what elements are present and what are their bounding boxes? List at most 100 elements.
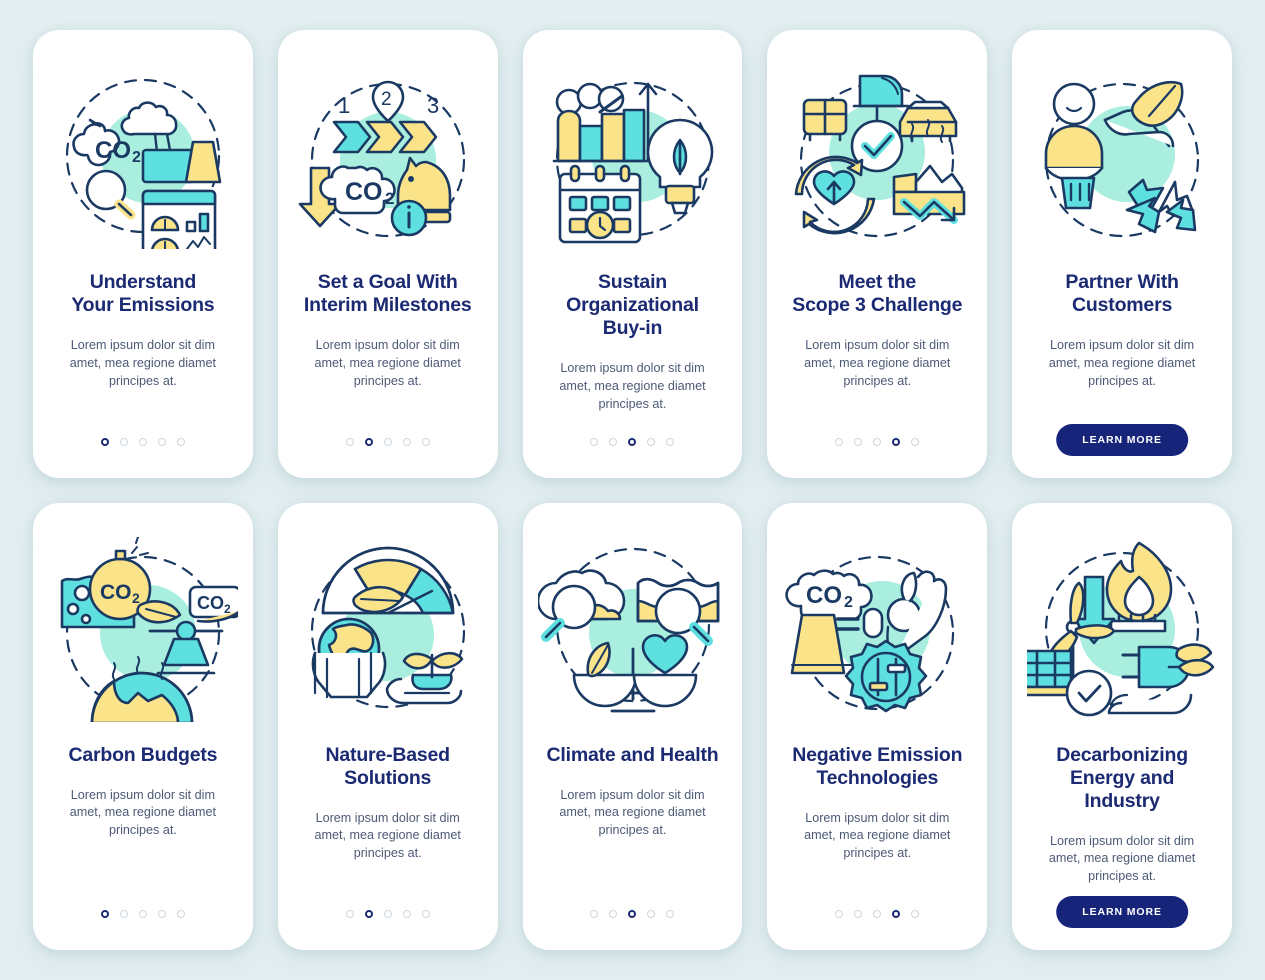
pagination-dot-5[interactable] — [176, 910, 185, 918]
card-body: Lorem ipsum dolor sit dim amet, mea regi… — [314, 338, 461, 388]
svg-text:2: 2 — [132, 149, 141, 166]
pagination-dots[interactable] — [33, 437, 253, 446]
pagination-dot-1[interactable] — [345, 437, 354, 446]
pagination-dot-3[interactable] — [138, 910, 147, 918]
pagination-dots[interactable] — [278, 910, 498, 918]
card-body: Lorem ipsum dolor sit dim amet, mea regi… — [69, 338, 217, 388]
pagination-dots[interactable] — [33, 910, 253, 918]
pagination-dot-4[interactable] — [647, 437, 656, 446]
pagination-dot-1[interactable] — [100, 437, 109, 446]
svg-text:CO: CO — [345, 178, 383, 206]
pagination-dot-3[interactable] — [628, 910, 637, 918]
onboarding-row-2: CO 2 CO 2 Carbon Budgets Lorem ipsum dol… — [33, 502, 1232, 950]
card-title: Climate and Health — [546, 743, 719, 766]
pagination-dot-4[interactable] — [647, 910, 656, 918]
onboarding-card-nature-based-solutions[interactable]: Nature-Based Solutions Lorem ipsum dolor … — [277, 502, 498, 950]
pagination-dot-4[interactable] — [402, 910, 411, 918]
pagination-dot-1[interactable] — [590, 910, 599, 918]
pagination-dots[interactable] — [767, 910, 987, 918]
pagination-dot-5[interactable] — [421, 437, 430, 446]
pagination-dot-3[interactable] — [873, 910, 882, 918]
onboarding-card-sustain-organizational-buy-in[interactable]: Sustain Organizational Buy-in Lorem ipsum… — [522, 30, 743, 478]
onboarding-card-meet-the-scope-3-challenge[interactable]: Meet the Scope 3 Challenge Lorem ipsum do… — [767, 30, 988, 478]
pagination-dot-4[interactable] — [157, 437, 166, 446]
pagination-dot-1[interactable] — [100, 910, 109, 918]
card-body: Lorem ipsum dolor sit dim amet, mea regi… — [559, 361, 706, 411]
pagination-dots[interactable] — [767, 437, 987, 446]
climate-health-balance-icon — [537, 537, 728, 722]
pagination-dot-4[interactable] — [402, 437, 411, 446]
svg-text:CO: CO — [197, 593, 224, 613]
learn-more-button[interactable]: LEARN MORE — [1056, 423, 1188, 456]
onboarding-card-climate-and-health[interactable]: Climate and Health Lorem ipsum dolor sit… — [522, 502, 743, 950]
svg-text:3: 3 — [427, 93, 439, 118]
growth-chart-calendar-bulb-icon — [538, 64, 728, 249]
pagination-dot-5[interactable] — [176, 437, 185, 446]
onboarding-card-understand-your-emissions[interactable]: CO 2 Understand Your Emissions Lorem ips… — [33, 30, 253, 478]
pagination-dot-4[interactable] — [892, 437, 901, 446]
card-body: Lorem ipsum dolor sit dim amet, mea regi… — [314, 810, 461, 861]
card-title: Partner With Customers — [1065, 271, 1179, 316]
onboarding-row-1: CO 2 Understand Your Emissions Lorem ips… — [33, 30, 1232, 478]
pagination-dot-3[interactable] — [628, 437, 637, 446]
pagination-dot-1[interactable] — [590, 437, 599, 446]
pagination-dot-2[interactable] — [119, 437, 128, 446]
pagination-dot-2[interactable] — [609, 437, 618, 446]
svg-text:CO: CO — [100, 581, 132, 604]
card-title: Nature-Based Solutions — [325, 743, 451, 789]
learn-more-button[interactable]: LEARN MORE — [1056, 896, 1188, 928]
milestones-co2-knight-icon: 1 3 2 CO 2 — [293, 64, 483, 249]
pagination-dot-5[interactable] — [666, 437, 675, 446]
pagination-dot-1[interactable] — [835, 437, 844, 446]
pagination-dot-3[interactable] — [873, 437, 882, 446]
svg-text:2: 2 — [844, 594, 853, 611]
card-title: Understand Your Emissions — [71, 271, 215, 316]
pagination-dot-1[interactable] — [345, 910, 354, 918]
card-body: Lorem ipsum dolor sit dim amet, mea regi… — [1048, 833, 1196, 884]
pagination-dots[interactable] — [523, 437, 743, 446]
card-body: Lorem ipsum dolor sit dim amet, mea regi… — [804, 338, 951, 388]
card-body: Lorem ipsum dolor sit dim amet, mea regi… — [804, 810, 951, 861]
card-body: Lorem ipsum dolor sit dim amet, mea regi… — [559, 787, 706, 838]
onboarding-card-set-a-goal-with-interim-milestones[interactable]: 1 3 2 CO 2 Set a Goal With Interim Miles… — [277, 30, 498, 478]
card-title: Set a Goal With Interim Milestones — [303, 271, 472, 316]
pagination-dot-3[interactable] — [383, 437, 392, 446]
onboarding-card-negative-emission-technologies[interactable]: CO 2 Negative Emission Technologies Lore… — [767, 502, 988, 950]
card-title: Carbon Budgets — [68, 743, 218, 766]
pagination-dot-2[interactable] — [854, 910, 863, 918]
card-title: Negative Emission Technologies — [792, 743, 963, 789]
pagination-dot-5[interactable] — [911, 910, 920, 918]
pagination-dot-1[interactable] — [835, 910, 844, 918]
shopper-leaf-recycle-icon — [1027, 64, 1217, 249]
pagination-dot-2[interactable] — [854, 437, 863, 446]
co2-factory-dashboard-icon: CO 2 — [48, 64, 238, 249]
pagination-dot-5[interactable] — [421, 910, 430, 918]
pagination-dot-2[interactable] — [609, 910, 618, 918]
pagination-dot-4[interactable] — [892, 910, 901, 918]
pagination-dot-2[interactable] — [364, 910, 373, 918]
card-title: Meet the Scope 3 Challenge — [792, 271, 963, 316]
onboarding-card-decarbonizing-energy-and-industry[interactable]: Decarbonizing Energy and Industry Lorem i… — [1012, 502, 1232, 950]
svg-text:1: 1 — [338, 93, 350, 118]
svg-text:CO: CO — [95, 137, 131, 164]
svg-text:2: 2 — [381, 89, 392, 110]
pagination-dots[interactable] — [278, 437, 498, 446]
card-body: Lorem ipsum dolor sit dim amet, mea regi… — [1048, 338, 1196, 388]
pagination-dot-2[interactable] — [364, 437, 373, 446]
renewable-energy-plug-icon — [1027, 537, 1217, 722]
onboarding-screens-board: CO 2 Understand Your Emissions Lorem ips… — [0, 0, 1265, 980]
pagination-dots[interactable] — [523, 910, 743, 918]
onboarding-card-carbon-budgets[interactable]: CO 2 CO 2 Carbon Budgets Lorem ipsum dol… — [33, 502, 253, 950]
pagination-dot-5[interactable] — [666, 910, 675, 918]
pagination-dot-2[interactable] — [119, 910, 128, 918]
onboarding-card-partner-with-customers[interactable]: Partner With Customers Lorem ipsum dolor … — [1012, 30, 1232, 478]
svg-text:CO: CO — [806, 582, 842, 609]
transport-supplychain-icon — [782, 64, 972, 249]
pagination-dot-3[interactable] — [383, 910, 392, 918]
svg-text:2: 2 — [385, 189, 394, 208]
carbon-budget-scale-earth-icon: CO 2 CO 2 — [48, 536, 238, 722]
pagination-dot-5[interactable] — [911, 437, 920, 446]
pagination-dot-4[interactable] — [157, 910, 166, 918]
card-title: Sustain Organizational Buy-in — [566, 271, 699, 339]
pagination-dot-3[interactable] — [138, 437, 147, 446]
